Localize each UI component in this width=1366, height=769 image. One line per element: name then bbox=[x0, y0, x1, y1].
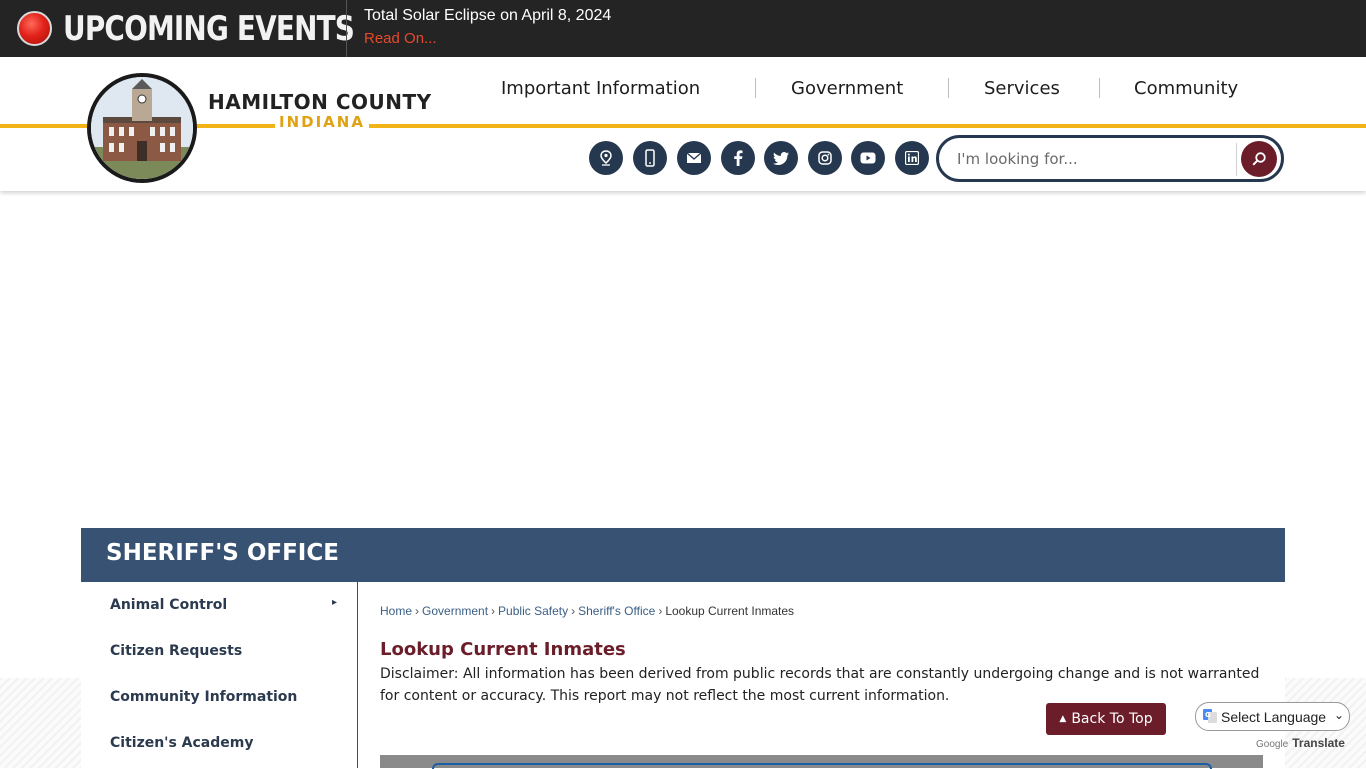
nav-divider bbox=[1099, 78, 1100, 98]
sidebar-item-animal-control[interactable]: Animal Control ▸ bbox=[110, 597, 357, 613]
main-content: Home › Government › Public Safety › Sheriff's … bbox=[358, 582, 1285, 769]
department-title: SHERIFF'S OFFICE bbox=[106, 540, 339, 566]
read-on-link[interactable]: Read On... bbox=[364, 30, 437, 47]
language-select[interactable]: G Select Language ⌄ bbox=[1195, 702, 1350, 731]
embedded-content-frame bbox=[380, 755, 1263, 769]
alert-headline[interactable]: Total Solar Eclipse on April 8, 2024 bbox=[364, 7, 611, 25]
sidebar-item-citizens-academy[interactable]: Citizen's Academy bbox=[110, 735, 253, 751]
nav-community[interactable]: Community bbox=[1134, 75, 1238, 101]
nav-divider bbox=[755, 78, 756, 98]
sidebar-item-label: Animal Control bbox=[110, 597, 228, 613]
svg-text:G: G bbox=[1205, 711, 1211, 719]
breadcrumb-separator: › bbox=[571, 604, 576, 618]
site-search bbox=[936, 135, 1284, 182]
arrow-up-icon: ▲ bbox=[1059, 714, 1067, 724]
site-header: HAMILTON COUNTY INDIANA Important Inform… bbox=[0, 57, 1366, 191]
youtube-icon[interactable] bbox=[851, 141, 885, 175]
breadcrumb-government[interactable]: Government bbox=[422, 604, 488, 618]
breadcrumb-separator: › bbox=[491, 604, 496, 618]
instagram-icon[interactable] bbox=[808, 141, 842, 175]
breadcrumb: Home › Government › Public Safety › Sheriff's … bbox=[380, 604, 794, 618]
header-accent-line bbox=[0, 124, 1366, 128]
nav-divider bbox=[948, 78, 949, 98]
alert-divider bbox=[346, 0, 347, 57]
search-button[interactable] bbox=[1241, 141, 1277, 177]
logo-state-name: INDIANA bbox=[275, 113, 369, 131]
page-title: Lookup Current Inmates bbox=[380, 639, 626, 660]
translate-link[interactable]: Translate bbox=[1292, 736, 1345, 750]
sidebar-item-label: Citizen Requests bbox=[110, 643, 243, 659]
background-pattern-left bbox=[0, 678, 81, 768]
disclaimer-text: Disclaimer: All information has been der… bbox=[380, 666, 1260, 704]
breadcrumb-separator: › bbox=[658, 604, 663, 618]
logo-county-name[interactable]: HAMILTON COUNTY bbox=[208, 90, 432, 114]
alert-indicator-icon bbox=[17, 11, 52, 46]
breadcrumb-sheriffs-office[interactable]: Sheriff's Office bbox=[578, 604, 655, 618]
google-translate-icon: G bbox=[1203, 709, 1217, 723]
language-select-label: Select Language bbox=[1221, 709, 1327, 725]
courthouse-image bbox=[91, 77, 193, 179]
sidebar-item-label: Community Information bbox=[110, 689, 298, 705]
search-input[interactable] bbox=[957, 148, 1227, 170]
back-to-top-label: Back To Top bbox=[1071, 711, 1153, 727]
twitter-icon[interactable] bbox=[764, 141, 798, 175]
back-to-top-button[interactable]: ▲ Back To Top bbox=[1046, 703, 1166, 735]
nav-services[interactable]: Services bbox=[984, 75, 1060, 101]
google-wordmark: Google bbox=[1256, 739, 1289, 750]
search-divider bbox=[1236, 143, 1237, 176]
nav-important-information[interactable]: Important Information bbox=[501, 75, 700, 101]
alert-title: UPCOMING EVENTS bbox=[63, 9, 355, 49]
county-logo[interactable] bbox=[87, 73, 197, 183]
breadcrumb-public-safety[interactable]: Public Safety bbox=[498, 604, 568, 618]
sidebar-nav: Animal Control ▸ Citizen Requests Commun… bbox=[81, 582, 357, 768]
submenu-arrow-icon[interactable]: ▸ bbox=[332, 597, 337, 608]
map-pin-icon[interactable] bbox=[589, 141, 623, 175]
breadcrumb-current: Lookup Current Inmates bbox=[665, 604, 795, 618]
chevron-down-icon: ⌄ bbox=[1334, 708, 1345, 722]
search-icon bbox=[1252, 152, 1266, 166]
nav-government[interactable]: Government bbox=[791, 75, 903, 101]
sidebar-item-label: Citizen's Academy bbox=[110, 735, 254, 751]
facebook-icon[interactable] bbox=[721, 141, 755, 175]
sidebar-item-citizen-requests[interactable]: Citizen Requests bbox=[110, 643, 242, 659]
embedded-content-panel bbox=[432, 763, 1212, 769]
sidebar-item-community-information[interactable]: Community Information bbox=[110, 689, 297, 705]
linkedin-icon[interactable] bbox=[895, 141, 929, 175]
alert-bar: UPCOMING EVENTS Total Solar Eclipse on A… bbox=[0, 0, 1366, 57]
mobile-icon[interactable] bbox=[633, 141, 667, 175]
powered-by-google: Google Translate bbox=[1256, 736, 1345, 750]
email-icon[interactable] bbox=[677, 141, 711, 175]
breadcrumb-home[interactable]: Home bbox=[380, 604, 412, 618]
breadcrumb-separator: › bbox=[415, 604, 420, 618]
department-banner: SHERIFF'S OFFICE bbox=[81, 528, 1285, 582]
